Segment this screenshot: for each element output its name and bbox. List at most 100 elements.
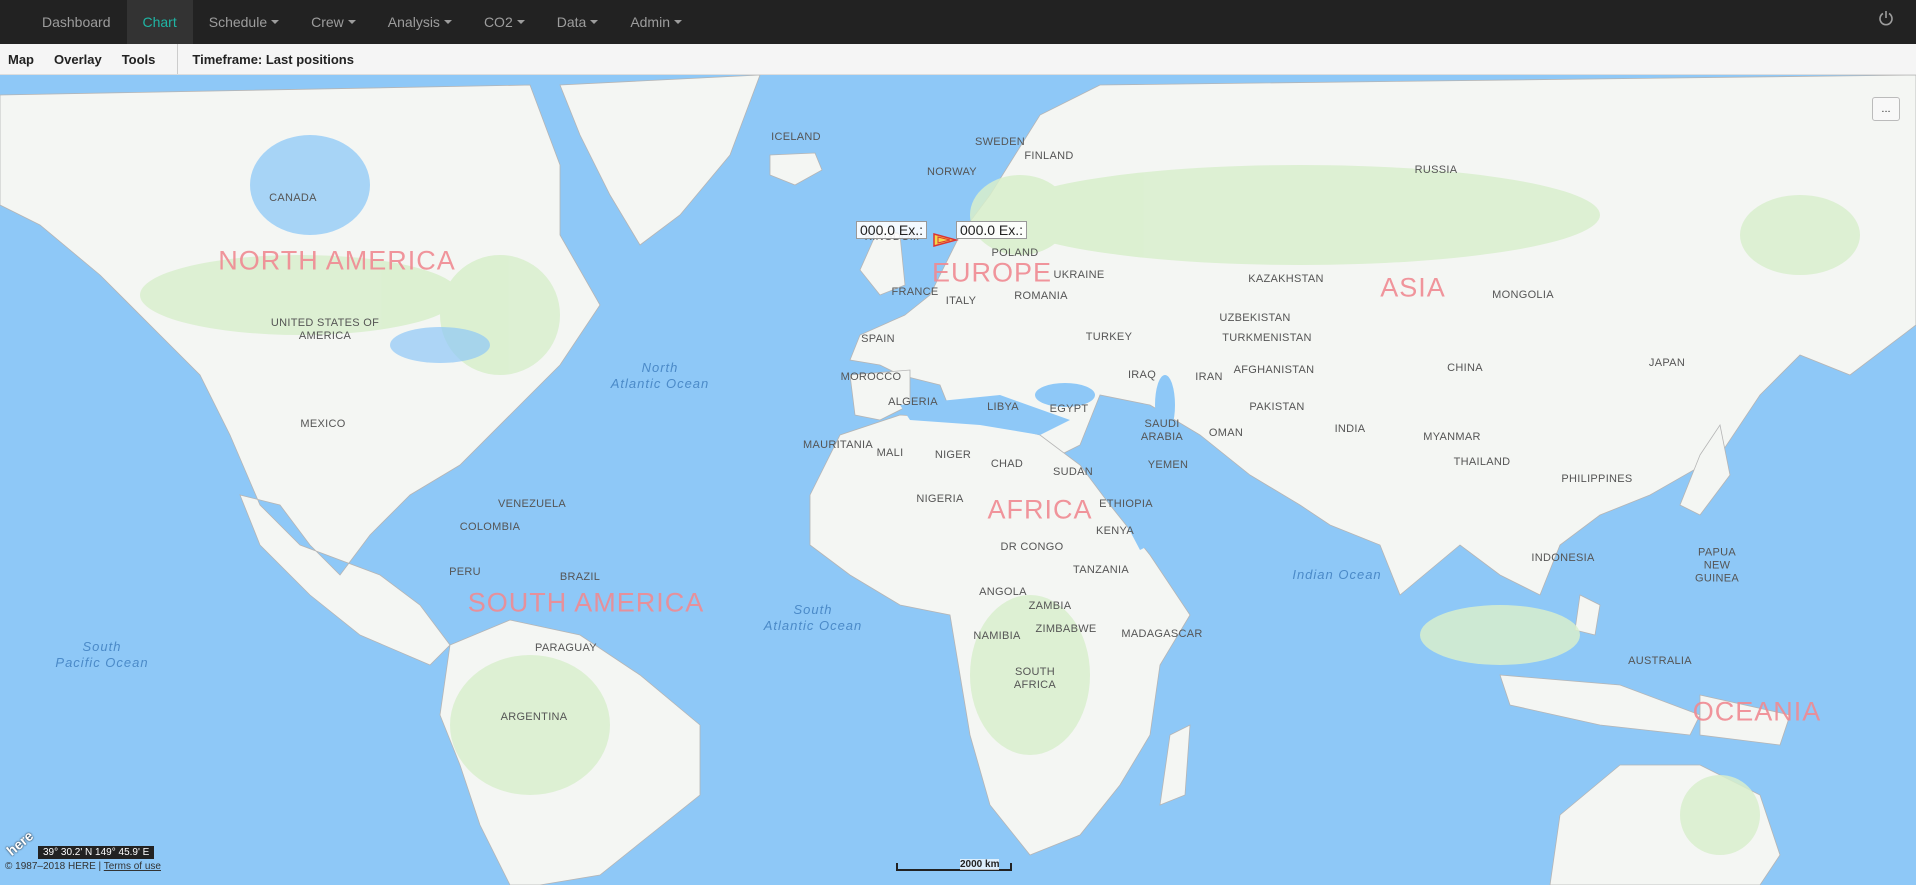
nav-label: Data [556,14,587,30]
country-label: EGYPT [1049,403,1089,415]
nav-crew[interactable]: Crew [295,0,372,44]
country-label: MALI [876,447,904,459]
country-label: SWEDEN [974,136,1026,148]
caret-down-icon [347,20,356,24]
country-label: KAZAKHSTAN [1248,273,1324,285]
map-menu[interactable]: Map [0,52,44,67]
nav-label: Chart [142,14,177,30]
vessel-label[interactable]: 000.0 Ex.: [856,221,928,239]
timeframe-label[interactable]: Timeframe: Last positions [186,52,360,67]
map-options-button[interactable]: ... [1872,97,1900,121]
map-toolbar: Map Overlay Tools Timeframe: Last positi… [0,44,1916,75]
continent-label: EUROPE [931,257,1053,288]
country-label: NAMIBIA [973,630,1021,642]
country-label: OMAN [1208,427,1244,439]
country-label: ROMANIA [1014,290,1068,302]
country-label: NORWAY [927,166,977,178]
nav-data[interactable]: Data [541,0,615,44]
continent-label: NORTH AMERICA [218,245,456,276]
country-label: AUSTRALIA [1628,655,1692,667]
continent-label: SOUTH AMERICA [467,587,705,618]
nav-label: Analysis [387,14,440,30]
country-label: INDIA [1334,423,1366,435]
country-label: KENYA [1096,525,1134,537]
country-label: MYANMAR [1423,431,1481,443]
vessel-marker-icon[interactable] [932,232,960,248]
cursor-coordinates: 39° 30.2' N 149° 45.9' E [38,846,155,859]
ocean-label: South Pacific Ocean [55,639,149,670]
country-label: AFGHANISTAN [1233,364,1315,376]
nav-label: CO2 [483,14,513,30]
country-label: SAUDI ARABIA [1140,418,1184,443]
caret-down-icon [271,20,280,24]
vessel-label[interactable]: 000.0 Ex.: [956,221,1028,239]
country-label: ETHIOPIA [1099,498,1153,510]
country-label: COLOMBIA [459,521,521,533]
country-label: CHINA [1447,362,1483,374]
country-label: CHAD [990,458,1024,470]
nav-label: Dashboard [42,14,111,30]
caret-down-icon [674,20,682,24]
country-label: TURKMENISTAN [1222,332,1312,344]
continent-label: AFRICA [987,494,1093,525]
country-label: ALGERIA [888,396,938,408]
nav-chart[interactable]: Chart [126,0,193,44]
country-label: PHILIPPINES [1561,473,1633,485]
nav-analysis[interactable]: Analysis [372,0,468,44]
nav-dashboard[interactable]: Dashboard [0,0,127,44]
continent-label: ASIA [1380,272,1446,303]
world-map[interactable]: NORTH AMERICA SOUTH AMERICA EUROPE AFRIC… [0,75,1916,885]
country-label: LIBYA [987,401,1019,413]
nav-label: Crew [311,14,344,30]
country-label: ANGOLA [979,586,1027,598]
country-label: MADAGASCAR [1121,628,1203,640]
country-label: ITALY [945,295,977,307]
toolbar-divider [177,44,179,74]
country-label: SOUTH AFRICA [1013,666,1057,691]
tools-menu[interactable]: Tools [112,52,166,67]
country-label: PAPUA NEW GUINEA [1695,546,1739,585]
country-label: MOROCCO [840,371,902,383]
country-label: ZIMBABWE [1035,623,1097,635]
country-label: CANADA [269,192,317,204]
power-icon[interactable] [1878,10,1894,26]
nav-admin[interactable]: Admin [614,0,698,44]
nav-co2[interactable]: CO2 [468,0,541,44]
country-label: SPAIN [861,333,895,345]
country-label: ARGENTINA [500,711,568,723]
country-label: PARAGUAY [535,642,597,654]
overlay-menu[interactable]: Overlay [44,52,112,67]
country-label: ZAMBIA [1028,600,1072,612]
country-label: PERU [449,566,481,578]
country-label: MAURITANIA [802,439,874,451]
country-label: MEXICO [300,418,346,430]
terms-of-use-link[interactable]: Terms of use [104,861,161,872]
country-label: SUDAN [1052,466,1094,478]
nav-schedule[interactable]: Schedule [193,0,295,44]
ocean-label: North Atlantic Ocean [610,360,710,391]
caret-down-icon [443,20,452,24]
country-label: MONGOLIA [1492,289,1554,301]
country-label: VENEZUELA [497,498,567,510]
country-label: UZBEKISTAN [1219,312,1291,324]
country-label: NIGERIA [916,493,964,505]
caret-down-icon [590,20,599,24]
scale-label: 2000 km [960,859,1000,870]
nav-label: Schedule [208,14,268,30]
country-label: TURKEY [1085,331,1133,343]
map-copyright: © 1987–2018 HERE | Terms of use [5,861,161,872]
country-label: PAKISTAN [1249,401,1305,413]
caret-down-icon [516,20,525,24]
country-label: TANZANIA [1073,564,1129,576]
continent-label: OCEANIA [1692,696,1822,727]
country-label: JAPAN [1648,357,1686,369]
copyright-text: © 1987–2018 HERE | [5,861,104,872]
country-label: POLAND [991,247,1039,259]
country-label: FRANCE [891,286,939,298]
top-navbar: Dashboard Chart Schedule Crew Analysis C… [0,0,1916,44]
ocean-label: South Atlantic Ocean [763,602,863,633]
country-label: UKRAINE [1053,269,1105,281]
nav-label: Admin [630,14,670,30]
country-label: NIGER [934,449,972,461]
country-label: INDONESIA [1531,552,1595,564]
